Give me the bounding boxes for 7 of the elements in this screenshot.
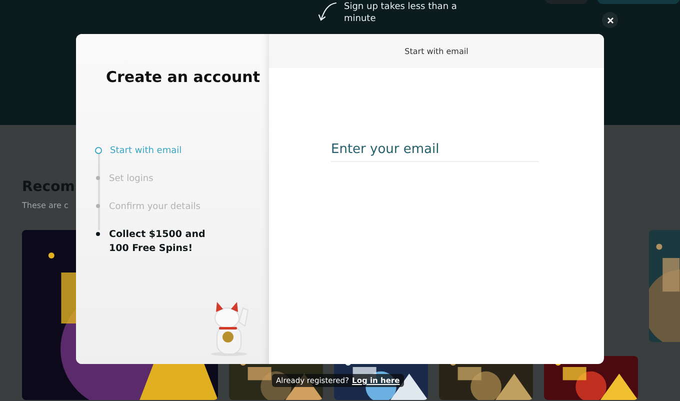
step-label: Collect $1500 and 100 Free Spins!	[109, 228, 206, 256]
step-label: Confirm your details	[109, 201, 202, 214]
section-subtitle: These are c	[22, 201, 68, 210]
hint-text: Sign up takes less than a minute	[344, 1, 458, 25]
dialog-title: Create an account	[106, 68, 262, 86]
step-label: Start with email	[110, 145, 183, 158]
step-label: Set logins	[109, 173, 154, 186]
